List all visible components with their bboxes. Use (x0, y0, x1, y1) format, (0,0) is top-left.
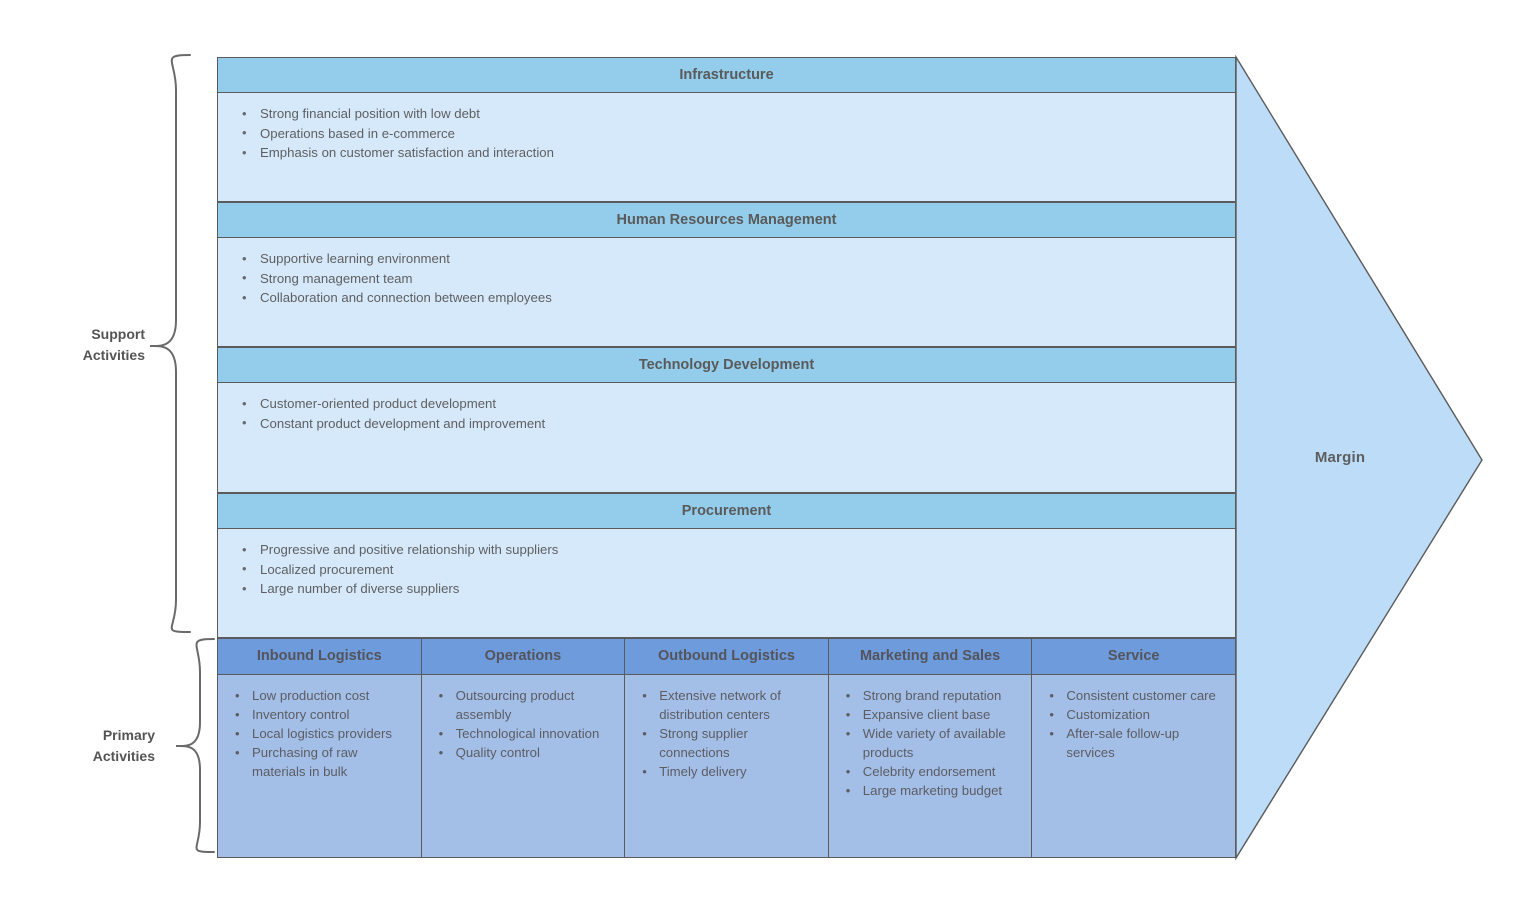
list-item: Expansive client base (843, 705, 1026, 724)
list-item: Strong financial position with low debt (238, 105, 1235, 124)
bullet-list: Low production cost Inventory control Lo… (232, 686, 415, 781)
bullet-list: Strong brand reputation Expansive client… (843, 686, 1026, 800)
support-row-body: Strong financial position with low debt … (218, 93, 1235, 163)
list-item: Emphasis on customer satisfaction and in… (238, 144, 1235, 163)
list-item: Strong management team (238, 269, 1235, 289)
primary-col-body: Outsourcing product assembly Technologic… (421, 675, 625, 857)
list-item: Customer-oriented product development (238, 395, 1235, 414)
primary-col-title: Operations (421, 639, 625, 675)
list-item: Extensive network of distribution center… (639, 686, 822, 724)
list-item: Localized procurement (238, 560, 1235, 580)
list-item: Constant product development and improve… (238, 414, 1235, 434)
support-row-title: Human Resources Management (218, 203, 1235, 238)
support-activities-label-line2: Activities (82, 347, 145, 363)
support-activities-label: Support Activities (10, 324, 145, 366)
list-item: Inventory control (232, 705, 415, 724)
bullet-list: Progressive and positive relationship wi… (238, 541, 1235, 599)
primary-col-operations[interactable]: Operations Outsourcing product assembly … (421, 639, 626, 857)
primary-col-body: Extensive network of distribution center… (625, 675, 828, 857)
list-item: Customization (1046, 705, 1229, 724)
value-chain-diagram: Margin Support Activities Primary Activi… (0, 0, 1521, 897)
bullet-list: Extensive network of distribution center… (639, 686, 822, 781)
primary-col-title: Outbound Logistics (625, 639, 828, 675)
primary-col-marketing-and-sales[interactable]: Marketing and Sales Strong brand reputat… (828, 639, 1033, 857)
primary-col-body: Consistent customer care Customization A… (1032, 675, 1235, 857)
primary-activities-label: Primary Activities (10, 725, 155, 767)
list-item: Operations based in e-commerce (238, 124, 1235, 144)
list-item: Consistent customer care (1046, 686, 1229, 705)
bullet-list: Consistent customer care Customization A… (1046, 686, 1229, 762)
list-item: Purchasing of raw materials in bulk (232, 743, 415, 781)
list-item: Celebrity endorsement (843, 762, 1026, 781)
primary-col-outbound-logistics[interactable]: Outbound Logistics Extensive network of … (625, 639, 829, 857)
primary-col-title: Service (1032, 639, 1235, 675)
list-item: Outsourcing product assembly (436, 686, 619, 724)
primary-col-title: Marketing and Sales (828, 639, 1032, 675)
support-row-body: Customer-oriented product development Co… (218, 383, 1235, 433)
value-chain-grid: Infrastructure Strong financial position… (217, 57, 1236, 858)
list-item: Supportive learning environment (238, 250, 1235, 269)
support-row-body: Progressive and positive relationship wi… (218, 529, 1235, 599)
support-row-title: Technology Development (218, 348, 1235, 383)
support-activities-brace (149, 54, 191, 633)
primary-activities-label-line2: Activities (92, 748, 155, 764)
bullet-list: Outsourcing product assembly Technologic… (436, 686, 619, 762)
primary-col-title: Inbound Logistics (218, 639, 421, 675)
list-item: Wide variety of available products (843, 724, 1026, 762)
support-row-body: Supportive learning environment Strong m… (218, 238, 1235, 308)
support-row-procurement[interactable]: Procurement Progressive and positive rel… (217, 493, 1236, 638)
list-item: Strong brand reputation (843, 686, 1026, 705)
support-row-title: Infrastructure (218, 58, 1235, 93)
primary-activities-label-line1: Primary (102, 727, 155, 743)
primary-activities-row: Inbound Logistics Low production cost In… (217, 638, 1236, 858)
support-row-technology-development[interactable]: Technology Development Customer-oriented… (217, 347, 1236, 493)
list-item: Large marketing budget (843, 781, 1026, 800)
primary-col-inbound-logistics[interactable]: Inbound Logistics Low production cost In… (218, 639, 422, 857)
primary-col-service[interactable]: Service Consistent customer care Customi… (1032, 639, 1235, 857)
list-item: Local logistics providers (232, 724, 415, 743)
support-row-title: Procurement (218, 494, 1235, 529)
list-item: Collaboration and connection between emp… (238, 289, 1235, 308)
list-item: Quality control (436, 743, 619, 762)
primary-activities-brace (175, 638, 215, 853)
margin-label: Margin (1314, 449, 1366, 466)
list-item: Low production cost (232, 686, 415, 705)
list-item: Progressive and positive relationship wi… (238, 541, 1235, 560)
support-row-human-resources-management[interactable]: Human Resources Management Supportive le… (217, 202, 1236, 347)
support-activities-label-line1: Support (91, 326, 145, 342)
bullet-list: Customer-oriented product development Co… (238, 395, 1235, 433)
support-row-infrastructure[interactable]: Infrastructure Strong financial position… (217, 57, 1236, 202)
bullet-list: Strong financial position with low debt … (238, 105, 1235, 163)
list-item: Timely delivery (639, 762, 822, 781)
primary-col-body: Strong brand reputation Expansive client… (828, 675, 1032, 857)
list-item: After-sale follow-up services (1046, 724, 1229, 762)
primary-col-body: Low production cost Inventory control Lo… (218, 675, 421, 857)
list-item: Large number of diverse suppliers (238, 580, 1235, 599)
bullet-list: Supportive learning environment Strong m… (238, 250, 1235, 308)
list-item: Strong supplier connections (639, 724, 822, 762)
list-item: Technological innovation (436, 724, 619, 743)
